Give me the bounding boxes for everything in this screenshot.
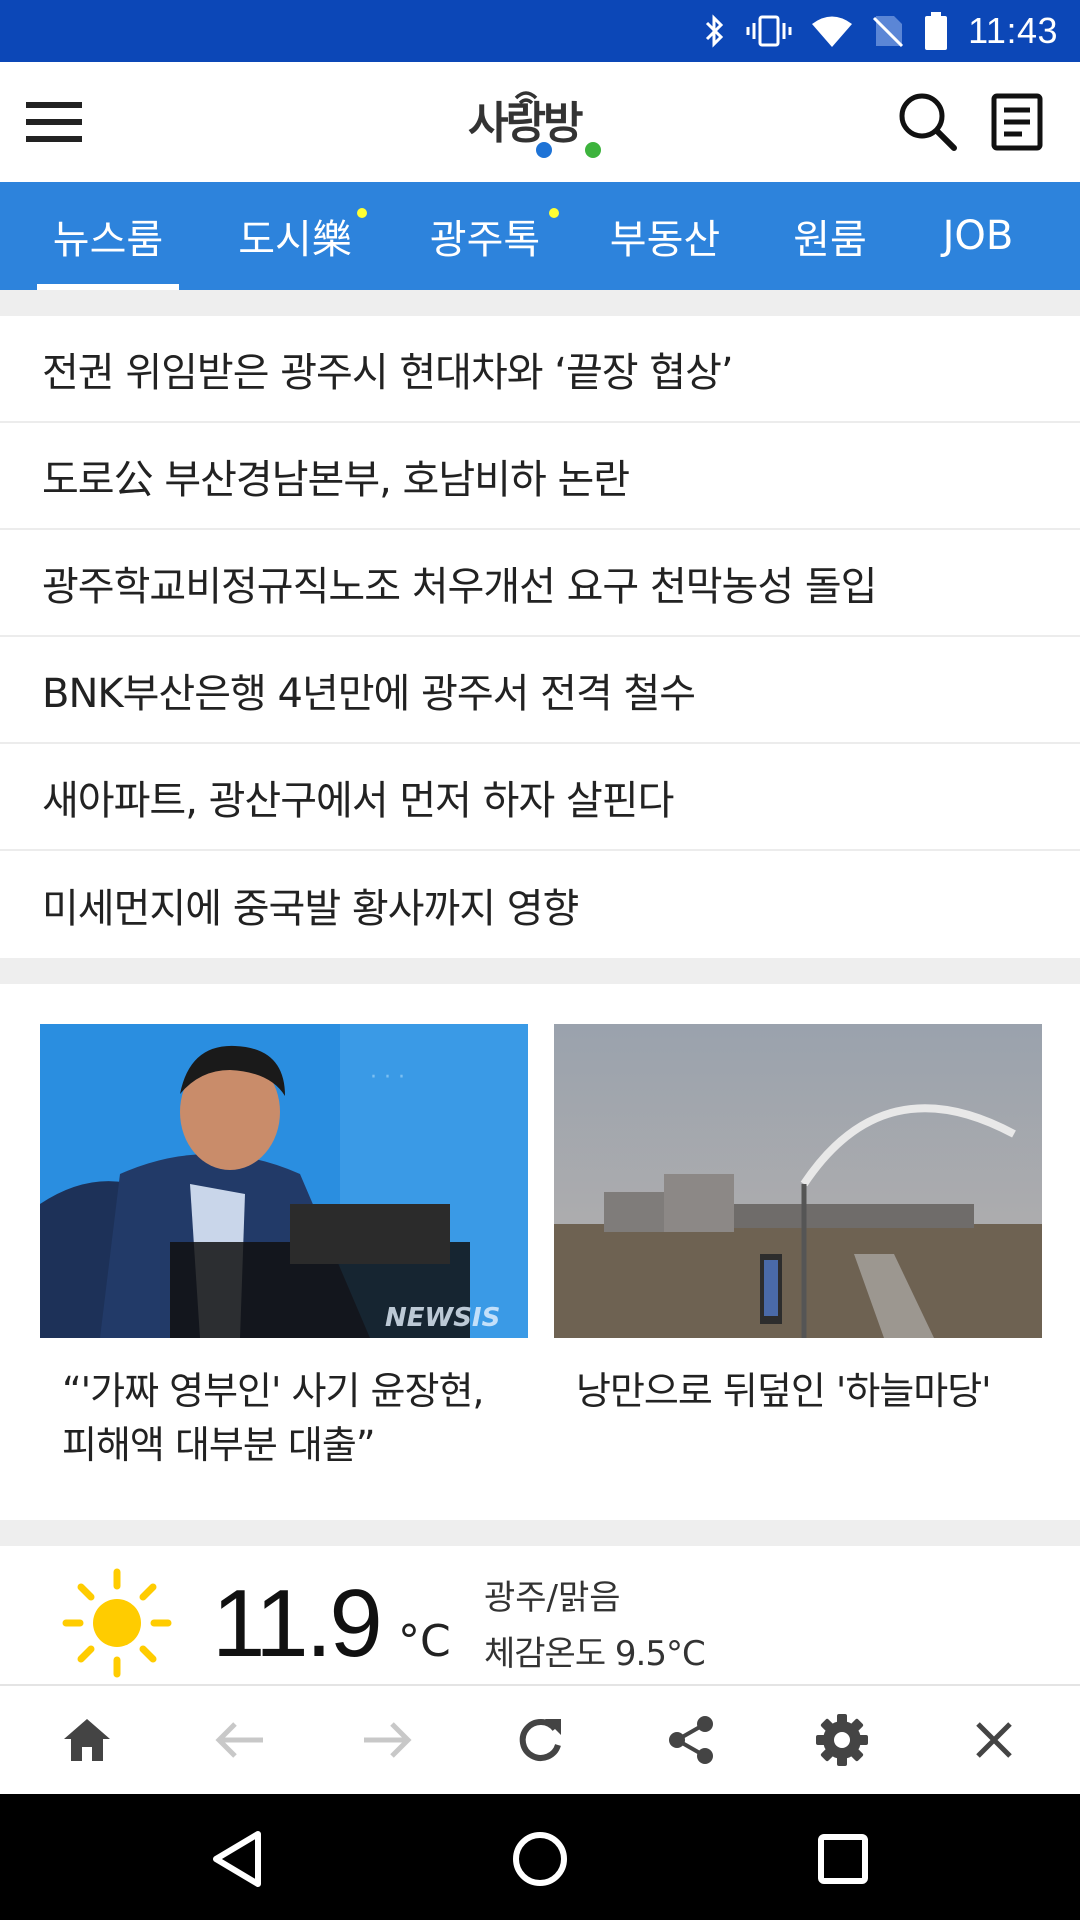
circle-home-icon bbox=[513, 1832, 567, 1886]
headline-item[interactable]: 광주학교비정규직노조 처우개선 요구 천막농성 돌입 bbox=[0, 530, 1080, 637]
divider bbox=[0, 958, 1080, 984]
svg-text:· · ·: · · · bbox=[370, 1065, 405, 1090]
home-icon bbox=[64, 1719, 110, 1761]
settings-icon bbox=[816, 1714, 868, 1766]
weather-widget[interactable]: 11.9 °C 광주/맑음 체감온도 9.5°C bbox=[0, 1546, 1080, 1686]
tab-label: 도시樂 bbox=[238, 217, 352, 263]
refresh-icon bbox=[519, 1718, 561, 1761]
headline-list: 전권 위임받은 광주시 현대차와 ‘끝장 협상’ 도로公 부산경남본부, 호남비… bbox=[0, 316, 1080, 958]
tab-gwangju-talk[interactable]: 광주톡 bbox=[405, 182, 565, 290]
headline-item[interactable]: 도로公 부산경남본부, 호남비하 논란 bbox=[0, 423, 1080, 530]
browser-toolbar bbox=[0, 1684, 1080, 1794]
square-recents-icon bbox=[818, 1834, 868, 1884]
search-icon bbox=[899, 93, 957, 151]
document-icon bbox=[991, 93, 1043, 151]
document-button[interactable] bbox=[990, 92, 1046, 152]
system-home-button[interactable] bbox=[505, 1824, 575, 1894]
tab-newsroom[interactable]: 뉴스룸 bbox=[37, 182, 179, 290]
triangle-back-icon bbox=[213, 1831, 261, 1887]
close-button[interactable] bbox=[962, 1708, 1026, 1772]
location-condition: 광주/맑음 bbox=[484, 1578, 621, 1618]
feels-like: 체감온도 9.5°C bbox=[484, 1634, 706, 1674]
photo-card[interactable]: · · · NEWSIS “'가짜 영부인' 사기 윤장현, 피해액 대부분 대… bbox=[40, 1024, 528, 1472]
headline-text: 전권 위임받은 광주시 현대차와 ‘끝장 협상’ bbox=[42, 349, 734, 396]
category-tabs: 뉴스룸 도시樂 광주톡 부동산 원룸 JOB bbox=[0, 182, 1080, 290]
close-icon bbox=[976, 1722, 1012, 1758]
tab-job[interactable]: JOB bbox=[918, 182, 1038, 290]
divider bbox=[0, 1520, 1080, 1546]
tab-label: 부동산 bbox=[609, 217, 721, 263]
tab-label: 광주톡 bbox=[429, 217, 541, 263]
headline-text: BNK부산은행 4년만에 광주서 전격 철수 bbox=[42, 670, 696, 717]
headline-text: 도로公 부산경남본부, 호남비하 논란 bbox=[42, 456, 630, 503]
photo-news-section: · · · NEWSIS “'가짜 영부인' 사기 윤장현, 피해액 대부분 대… bbox=[0, 984, 1080, 1520]
system-back-button[interactable] bbox=[202, 1824, 272, 1894]
headline-item[interactable]: 새아파트, 광산구에서 먼저 하자 살핀다 bbox=[0, 744, 1080, 851]
headline-item[interactable]: BNK부산은행 4년만에 광주서 전격 철수 bbox=[0, 637, 1080, 744]
status-bar: 11:43 bbox=[0, 0, 1080, 62]
settings-button[interactable] bbox=[810, 1708, 874, 1772]
headline-item[interactable]: 전권 위임받은 광주시 현대차와 ‘끝장 협상’ bbox=[0, 316, 1080, 423]
refresh-button[interactable] bbox=[508, 1708, 572, 1772]
no-sim-icon bbox=[872, 14, 904, 48]
headline-text: 미세먼지에 중국발 황사까지 영향 bbox=[42, 885, 579, 932]
menu-button[interactable] bbox=[26, 98, 82, 146]
logo-icon: 사랑방 bbox=[468, 91, 601, 158]
clock: 11:43 bbox=[968, 10, 1058, 51]
divider bbox=[0, 290, 1080, 316]
share-icon bbox=[669, 1716, 713, 1764]
search-button[interactable] bbox=[896, 90, 960, 154]
back-arrow-icon bbox=[215, 1722, 263, 1758]
sun-icon bbox=[62, 1568, 172, 1678]
news-photo[interactable]: · · · NEWSIS bbox=[40, 1024, 528, 1338]
photo-watermark: NEWSIS bbox=[385, 1303, 500, 1333]
temperature: 11.9 bbox=[212, 1570, 383, 1677]
forward-button[interactable] bbox=[356, 1708, 420, 1772]
tab-oneroom[interactable]: 원룸 bbox=[770, 182, 890, 290]
tab-label: 원룸 bbox=[793, 217, 867, 263]
home-button[interactable] bbox=[55, 1708, 119, 1772]
app-header: 사랑방 bbox=[0, 62, 1080, 182]
back-button[interactable] bbox=[207, 1708, 271, 1772]
headline-text: 광주학교비정규직노조 처우개선 요구 천막농성 돌입 bbox=[42, 563, 877, 610]
system-recents-button[interactable] bbox=[808, 1824, 878, 1894]
photo-caption: “'가짜 영부인' 사기 윤장현, 피해액 대부분 대출” bbox=[62, 1369, 485, 1467]
forward-arrow-icon bbox=[364, 1722, 412, 1758]
tab-label: JOB bbox=[942, 213, 1014, 259]
share-button[interactable] bbox=[659, 1708, 723, 1772]
vibrate-icon bbox=[746, 14, 792, 48]
photo-caption: 낭만으로 뒤덮인 '하늘마당' bbox=[576, 1369, 992, 1413]
temperature-unit: °C bbox=[398, 1616, 451, 1667]
photo-card[interactable]: 낭만으로 뒤덮인 '하늘마당' bbox=[554, 1024, 1042, 1418]
system-nav-bar bbox=[0, 1794, 1080, 1920]
new-dot-indicator bbox=[549, 208, 559, 218]
headline-item[interactable]: 미세먼지에 중국발 황사까지 영향 bbox=[0, 851, 1080, 958]
wifi-icon bbox=[812, 15, 853, 47]
new-dot-indicator bbox=[357, 208, 367, 218]
bluetooth-icon bbox=[704, 14, 726, 48]
tab-city[interactable]: 도시樂 bbox=[215, 182, 375, 290]
status-icons: 11:43 bbox=[704, 0, 1058, 62]
tab-real-estate[interactable]: 부동산 bbox=[590, 182, 740, 290]
svg-text:사랑방: 사랑방 bbox=[468, 98, 583, 149]
news-photo[interactable] bbox=[554, 1024, 1042, 1338]
headline-text: 새아파트, 광산구에서 먼저 하자 살핀다 bbox=[42, 777, 674, 824]
tab-label: 뉴스룸 bbox=[52, 217, 164, 263]
battery-icon bbox=[924, 12, 948, 50]
site-logo[interactable]: 사랑방 bbox=[460, 76, 620, 166]
